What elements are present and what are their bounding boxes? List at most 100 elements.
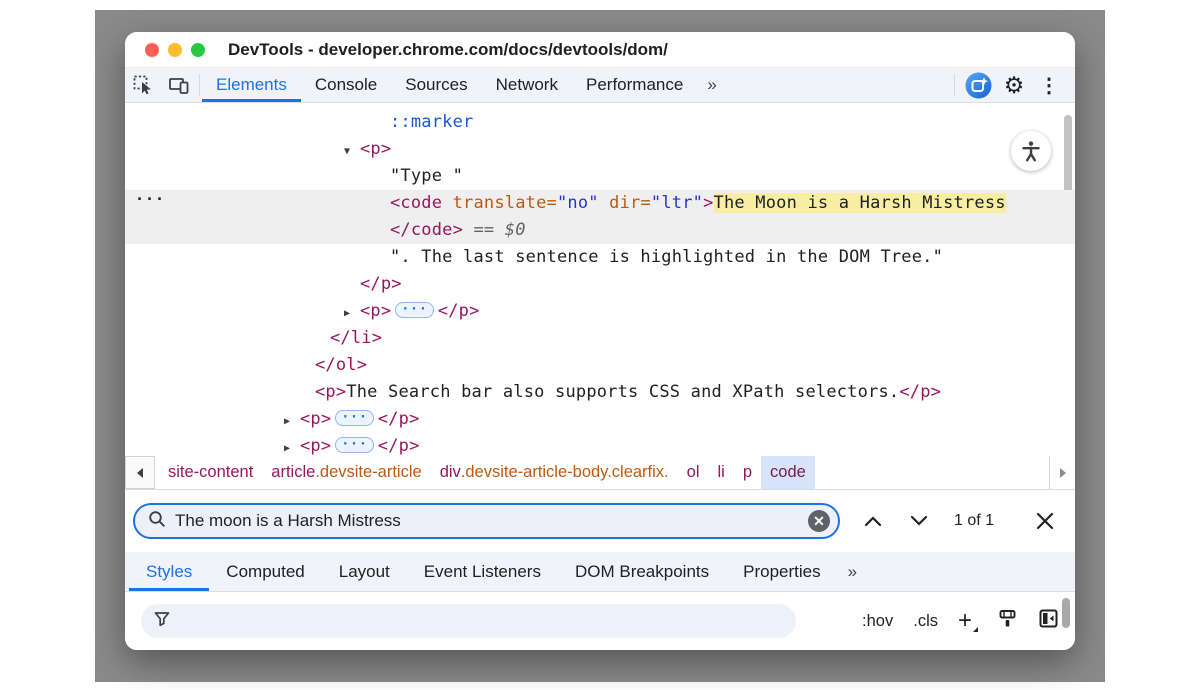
previous-match-icon[interactable] [860,508,886,534]
dom-token-tag: </p> [378,436,420,456]
clear-search-icon[interactable]: ✕ [808,510,830,532]
style-filter-input[interactable] [179,612,784,630]
crumb-classes: .devsite-article [315,463,421,482]
tab-console[interactable]: Console [301,68,391,102]
dom-token-tag: <p> [360,301,391,321]
tab-performance[interactable]: Performance [572,68,697,102]
crumb-tag: code [770,463,806,482]
tab-dom-breakpoints[interactable]: DOM Breakpoints [558,552,726,591]
dom-token-tag: <p> [300,436,331,456]
minimize-window-button[interactable] [168,43,182,57]
tab-layout[interactable]: Layout [322,552,407,591]
panel-tab-strip: ElementsConsoleSourcesNetworkPerformance [202,68,697,102]
dom-token-tag: > [703,193,713,213]
crumb-tag: article [271,463,315,482]
search-input[interactable] [175,511,808,531]
dom-tree-row[interactable]: "Type " [125,163,1075,190]
dom-token-tag: <p> [360,139,391,159]
dom-token-text: The Search bar also supports CSS and XPa… [346,382,899,402]
title-bar: DevTools - developer.chrome.com/docs/dev… [125,32,1075,68]
breadcrumb: site-contentarticle.devsite-articlediv.d… [125,456,1075,490]
row-overflow-dots-icon[interactable]: ··· [135,186,165,213]
collapsed-arrow-icon[interactable]: ▶ [284,435,300,456]
search-input-container: ✕ [133,503,840,539]
tab-sources[interactable]: Sources [391,68,481,102]
expanded-arrow-icon[interactable]: ▼ [344,138,360,165]
dom-token-attr: translate= [442,193,557,213]
dom-token-tag: </p> [378,409,420,429]
new-style-rule-button[interactable]: + [958,609,977,633]
dom-tree-row[interactable]: </li> [125,325,1075,352]
tab-network[interactable]: Network [482,68,572,102]
brush-icon[interactable] [997,608,1018,634]
dom-token-text: "Type " [390,166,463,186]
dom-search-bar: ✕ 1 of 1 [125,490,1075,552]
tab-elements[interactable]: Elements [202,68,301,102]
crumb-classes: .devsite-article-body.clearfix. [461,463,669,482]
dom-token-val: "ltr" [651,193,703,213]
breadcrumb-item-li[interactable]: li [708,456,733,489]
breadcrumb-scroll-right-icon[interactable] [1049,456,1075,489]
search-result-count: 1 of 1 [954,512,994,530]
toggle-class-button[interactable]: .cls [913,612,938,631]
breadcrumb-item-div[interactable]: div.devsite-article-body.clearfix. [431,456,678,489]
dom-tree-row[interactable]: ▶<p>···</p> [125,406,1075,433]
crumb-tag: p [743,463,752,482]
inspect-cursor-icon[interactable] [125,68,161,102]
close-window-button[interactable] [145,43,159,57]
next-match-icon[interactable] [906,508,932,534]
device-toolbar-icon[interactable] [161,68,197,102]
more-panels-chevron-icon[interactable]: » [697,68,725,102]
toolbar-right-icons: ⚙ ⋮ [952,68,1075,102]
collapsed-content-icon[interactable]: ··· [395,302,433,318]
dom-token-gray: == [463,220,505,240]
dom-token-tag: <code [390,193,442,213]
dom-tree-row[interactable]: </ol> [125,352,1075,379]
breadcrumb-item-ol[interactable]: ol [678,456,709,489]
dom-tree-row[interactable]: </code> == $0 [125,217,1075,244]
zoom-window-button[interactable] [191,43,205,57]
more-styles-tabs-chevron-icon[interactable]: » [838,552,866,591]
collapsed-content-icon[interactable]: ··· [335,437,373,453]
collapsed-arrow-icon[interactable]: ▶ [344,300,360,327]
breadcrumb-item-p[interactable]: p [734,456,761,489]
dom-tree-row[interactable]: ▶<p>··· </p> [125,433,1075,456]
toggle-sidebar-icon[interactable] [1038,608,1059,634]
dom-tree-row[interactable]: <p>The Search bar also supports CSS and … [125,379,1075,406]
dom-token-grayit: $0 [505,220,526,240]
ai-assistance-icon[interactable] [961,72,995,99]
window-title: DevTools - developer.chrome.com/docs/dev… [228,40,668,60]
tab-properties[interactable]: Properties [726,552,837,591]
settings-gear-icon[interactable]: ⚙ [999,74,1029,97]
breadcrumb-item-article[interactable]: article.devsite-article [262,456,430,489]
dom-token-attr: dir= [599,193,651,213]
dom-token-tag: <p> [315,382,346,402]
breadcrumb-scroll-left-icon[interactable] [125,456,155,489]
devtools-main-toolbar: ElementsConsoleSourcesNetworkPerformance… [125,68,1075,103]
collapsed-content-icon[interactable]: ··· [335,410,373,426]
styles-filter-bar: :hov .cls + [125,592,1075,650]
crumb-tag: li [717,463,724,482]
dom-tree-row[interactable]: </p> [125,271,1075,298]
dom-tree-row[interactable]: ▼<p> [125,136,1075,163]
styles-pane-scrollbar[interactable] [1062,598,1070,628]
close-search-icon[interactable] [1031,507,1059,535]
dom-token-tag: </li> [330,328,382,348]
breadcrumb-item-site-content[interactable]: site-content [159,456,262,489]
dom-tree-row[interactable]: ::marker [125,109,1075,136]
styles-toolbar-actions: :hov .cls + [862,608,1059,634]
breadcrumb-items: site-contentarticle.devsite-articlediv.d… [155,456,815,489]
dom-token-text: ". The last sentence is highlighted in t… [390,247,943,267]
dom-tree-row[interactable]: ▶<p>··· </p> [125,298,1075,325]
kebab-menu-icon[interactable]: ⋮ [1033,73,1065,98]
toolbar-divider [954,74,955,96]
dom-token-tag: </p> [438,301,480,321]
dom-tree-row[interactable]: ···<code translate="no" dir="ltr">The Mo… [125,190,1075,217]
collapsed-arrow-icon[interactable]: ▶ [284,408,300,435]
tab-computed[interactable]: Computed [209,552,321,591]
tab-event-listeners[interactable]: Event Listeners [407,552,558,591]
tab-styles[interactable]: Styles [129,552,209,591]
toggle-pseudo-state-button[interactable]: :hov [862,612,893,631]
breadcrumb-item-code[interactable]: code [761,456,815,489]
dom-tree-row[interactable]: ". The last sentence is highlighted in t… [125,244,1075,271]
